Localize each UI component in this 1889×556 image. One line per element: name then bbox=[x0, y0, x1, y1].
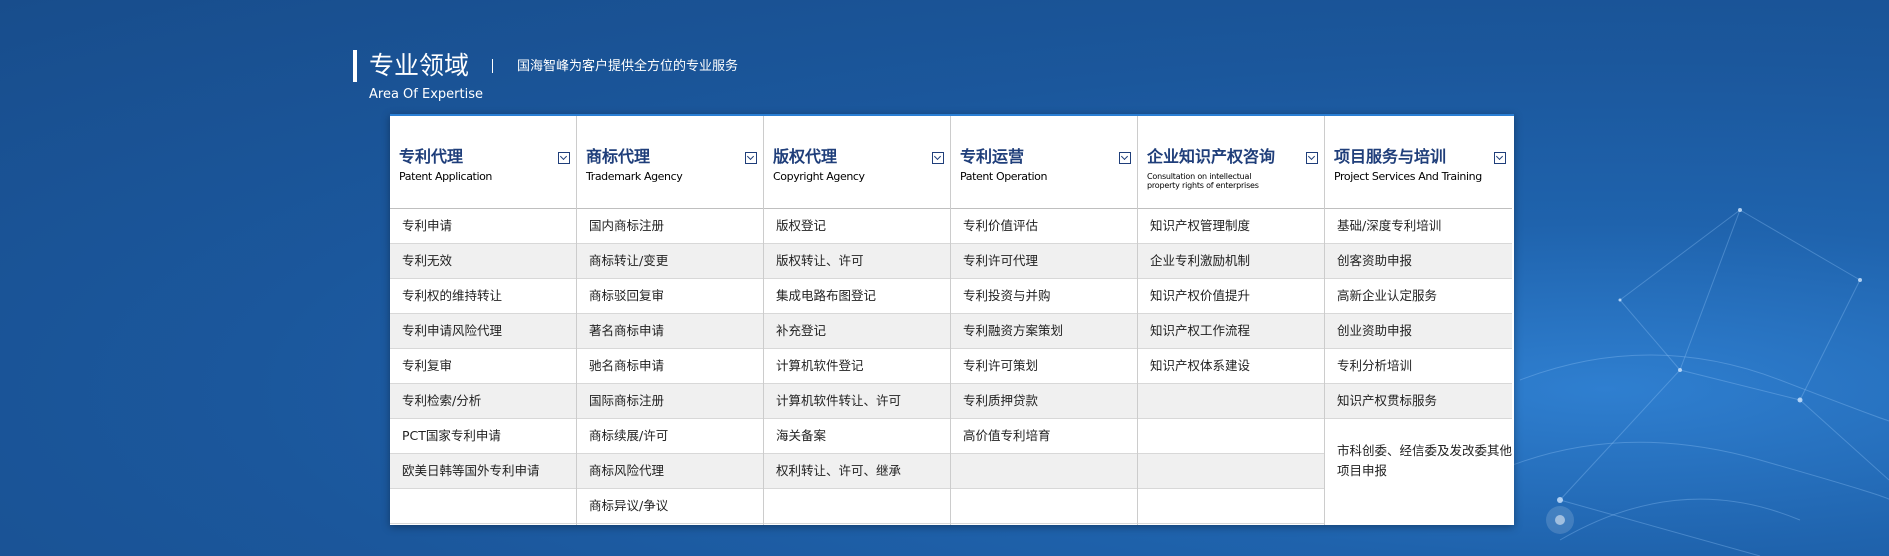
list-item[interactable]: 海关备案 bbox=[764, 419, 950, 454]
list-item bbox=[1138, 384, 1324, 419]
list-item[interactable]: 版权登记 bbox=[764, 209, 950, 244]
column-title: 企业知识产权咨询 bbox=[1147, 147, 1276, 166]
list-item[interactable]: 计算机软件转让、许可 bbox=[764, 384, 950, 419]
list-item[interactable]: 知识产权价值提升 bbox=[1138, 279, 1324, 314]
list-item[interactable]: 专利申请风险代理 bbox=[390, 314, 576, 349]
section-title-en: Area Of Expertise bbox=[369, 87, 483, 102]
list-item bbox=[951, 454, 1137, 489]
list-item[interactable]: 版权转让、许可 bbox=[764, 244, 950, 279]
chevron-down-icon[interactable] bbox=[745, 152, 757, 164]
chevron-down-icon[interactable] bbox=[1119, 152, 1131, 164]
chevron-down-icon[interactable] bbox=[1306, 152, 1318, 164]
list-item[interactable]: PCT国家专利申请 bbox=[390, 419, 576, 454]
column-subtitle: Copyright Agency bbox=[773, 170, 865, 183]
column-header[interactable]: 专利代理 Patent Application bbox=[390, 116, 576, 209]
column-copyright-agency: 版权代理 Copyright Agency 版权登记 版权转让、许可 集成电路布… bbox=[764, 116, 951, 525]
list-item[interactable]: 国际商标注册 bbox=[577, 384, 763, 419]
column-header[interactable]: 商标代理 Trademark Agency bbox=[577, 116, 763, 209]
list-item[interactable]: 商标续展/许可 bbox=[577, 419, 763, 454]
list-item[interactable]: 知识产权管理制度 bbox=[1138, 209, 1324, 244]
column-title: 商标代理 bbox=[586, 147, 651, 166]
list-item[interactable]: 知识产权体系建设 bbox=[1138, 349, 1324, 384]
column-header[interactable]: 项目服务与培训 Project Services And Training bbox=[1325, 116, 1512, 209]
list-item[interactable]: 商标风险代理 bbox=[577, 454, 763, 489]
section-subtitle: 国海智峰为客户提供全方位的专业服务 bbox=[517, 59, 739, 74]
chevron-down-icon[interactable] bbox=[1494, 152, 1506, 164]
list-item[interactable]: 计算机软件登记 bbox=[764, 349, 950, 384]
column-project-services: 项目服务与培训 Project Services And Training 基础… bbox=[1325, 116, 1512, 525]
list-item[interactable]: 著名商标申请 bbox=[577, 314, 763, 349]
column-patent-operation: 专利运营 Patent Operation 专利价值评估 专利许可代理 专利投资… bbox=[951, 116, 1138, 525]
list-item[interactable]: 驰名商标申请 bbox=[577, 349, 763, 384]
column-title: 专利运营 bbox=[960, 147, 1025, 166]
list-item[interactable]: 专利许可代理 bbox=[951, 244, 1137, 279]
list-item[interactable]: 专利申请 bbox=[390, 209, 576, 244]
list-item[interactable]: 市科创委、经信委及发改委其他项目申报 bbox=[1325, 419, 1512, 524]
title-divider bbox=[492, 59, 493, 73]
chevron-down-icon[interactable] bbox=[932, 152, 944, 164]
list-item[interactable]: 创业资助申报 bbox=[1325, 314, 1512, 349]
list-item[interactable]: 知识产权贯标服务 bbox=[1325, 384, 1512, 419]
column-title: 专利代理 bbox=[399, 147, 464, 166]
column-trademark-agency: 商标代理 Trademark Agency 国内商标注册 商标转让/变更 商标驳… bbox=[577, 116, 764, 525]
list-item[interactable]: 欧美日韩等国外专利申请 bbox=[390, 454, 576, 489]
list-item[interactable]: 专利许可策划 bbox=[951, 349, 1137, 384]
list-item[interactable]: 补充登记 bbox=[764, 314, 950, 349]
list-item[interactable]: 权利转让、许可、继承 bbox=[764, 454, 950, 489]
column-header[interactable]: 企业知识产权咨询 Consultation on intellectual pr… bbox=[1138, 116, 1324, 209]
column-header[interactable]: 专利运营 Patent Operation bbox=[951, 116, 1137, 209]
list-item[interactable]: 专利投资与并购 bbox=[951, 279, 1137, 314]
list-item[interactable]: 专利价值评估 bbox=[951, 209, 1137, 244]
section-title: 专业领域 bbox=[353, 50, 469, 82]
column-subtitle: Patent Application bbox=[399, 170, 493, 183]
list-item[interactable]: 专利融资方案策划 bbox=[951, 314, 1137, 349]
list-item bbox=[390, 489, 576, 524]
list-item[interactable]: 企业专利激励机制 bbox=[1138, 244, 1324, 279]
column-ip-consulting: 企业知识产权咨询 Consultation on intellectual pr… bbox=[1138, 116, 1325, 525]
list-item[interactable]: 集成电路布图登记 bbox=[764, 279, 950, 314]
list-item[interactable]: 知识产权工作流程 bbox=[1138, 314, 1324, 349]
list-item[interactable]: 创客资助申报 bbox=[1325, 244, 1512, 279]
column-subtitle: Trademark Agency bbox=[586, 170, 683, 183]
list-item[interactable]: 基础/深度专利培训 bbox=[1325, 209, 1512, 244]
column-subtitle: Project Services And Training bbox=[1334, 170, 1482, 183]
list-item bbox=[764, 489, 950, 524]
column-subtitle: Consultation on intellectual property ri… bbox=[1147, 172, 1259, 190]
list-item[interactable]: 商标异议/争议 bbox=[577, 489, 763, 524]
list-item bbox=[951, 489, 1137, 524]
list-item bbox=[1138, 454, 1324, 489]
list-item[interactable]: 商标驳回复审 bbox=[577, 279, 763, 314]
list-item[interactable]: 专利复审 bbox=[390, 349, 576, 384]
list-item[interactable]: 专利质押贷款 bbox=[951, 384, 1137, 419]
column-header[interactable]: 版权代理 Copyright Agency bbox=[764, 116, 950, 209]
list-item[interactable]: 国内商标注册 bbox=[577, 209, 763, 244]
list-item bbox=[1138, 489, 1324, 524]
list-item[interactable]: 高价值专利培育 bbox=[951, 419, 1137, 454]
list-item[interactable]: 商标转让/变更 bbox=[577, 244, 763, 279]
list-item[interactable]: 专利权的维持转让 bbox=[390, 279, 576, 314]
list-item[interactable]: 专利无效 bbox=[390, 244, 576, 279]
column-subtitle: Patent Operation bbox=[960, 170, 1048, 183]
chevron-down-icon[interactable] bbox=[558, 152, 570, 164]
list-item[interactable]: 专利分析培训 bbox=[1325, 349, 1512, 384]
expertise-panel: 专利代理 Patent Application 专利申请 专利无效 专利权的维持… bbox=[390, 114, 1514, 525]
column-title: 项目服务与培训 bbox=[1334, 147, 1447, 166]
list-item bbox=[1138, 419, 1324, 454]
column-title: 版权代理 bbox=[773, 147, 838, 166]
column-patent-application: 专利代理 Patent Application 专利申请 专利无效 专利权的维持… bbox=[390, 116, 577, 525]
list-item[interactable]: 专利检索/分析 bbox=[390, 384, 576, 419]
list-item[interactable]: 高新企业认定服务 bbox=[1325, 279, 1512, 314]
